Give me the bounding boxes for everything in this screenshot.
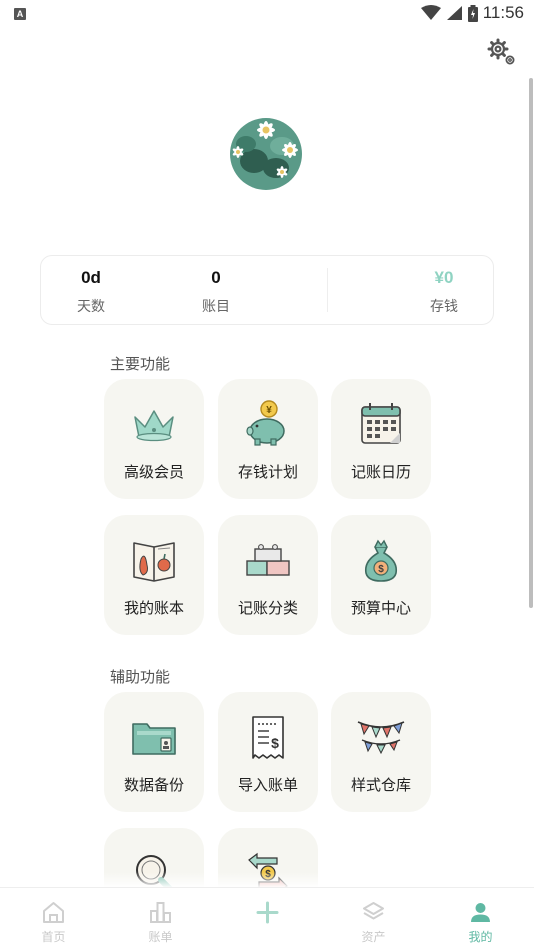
calendar-icon	[361, 403, 401, 444]
home-icon	[43, 902, 64, 923]
section-title-main: 主要功能	[110, 355, 171, 373]
daisy-avatar-icon	[230, 118, 302, 190]
nav-label: 我的	[468, 930, 493, 944]
tile-label: 我的账本	[123, 599, 184, 617]
section-title-aux: 辅助功能	[110, 668, 171, 686]
tile-label: 数据备份	[123, 776, 184, 794]
money-bag-icon: $	[364, 539, 398, 582]
tile-label: 高级会员	[123, 463, 184, 481]
stat-savings[interactable]: ¥0 存钱	[399, 266, 489, 316]
nav-assets[interactable]: 资产	[320, 888, 427, 951]
stat-entries-label: 账目	[202, 299, 230, 315]
crown-icon	[134, 410, 174, 442]
tile-import-bills[interactable]: $ 导入账单	[218, 692, 318, 812]
tile-label: 预算中心	[350, 599, 411, 617]
avatar[interactable]	[224, 106, 314, 196]
tile-calendar[interactable]: 记账日历	[331, 379, 431, 499]
tile-my-ledger[interactable]: 我的账本	[104, 515, 204, 635]
nav-profile[interactable]: 我的	[427, 888, 534, 951]
settings-button[interactable]	[486, 38, 518, 68]
ledger-book-icon	[133, 542, 175, 582]
status-indicators: 11:56	[420, 3, 524, 23]
folder-backup-icon	[132, 723, 176, 755]
tile-premium-member[interactable]: 高级会员	[104, 379, 204, 499]
nav-label: 资产	[361, 930, 386, 944]
tile-label: 样式仓库	[350, 776, 411, 794]
nav-home[interactable]: 首页	[0, 888, 107, 951]
tile-budget[interactable]: $ 预算中心	[331, 515, 431, 635]
gear-icon	[487, 38, 515, 65]
scroll-fade	[0, 872, 534, 888]
stat-days-value: 0d	[81, 268, 101, 287]
battery-icon	[467, 4, 478, 22]
piggy-bank-icon: ¥	[246, 400, 285, 446]
wifi-icon	[420, 5, 441, 20]
stat-days[interactable]: 0d 天数	[46, 266, 136, 316]
cell-signal-icon	[446, 6, 462, 20]
person-icon	[471, 903, 490, 922]
bill-chart-icon	[150, 902, 171, 923]
stat-entries-value: 0	[211, 268, 221, 287]
nav-label: 账单	[148, 930, 173, 944]
stat-savings-label: 存钱	[430, 299, 458, 315]
status-bar: A 11:56	[0, 0, 534, 28]
tile-categories[interactable]: 记账分类	[218, 515, 318, 635]
svg-text:$: $	[271, 735, 279, 751]
tile-style-store[interactable]: 样式仓库	[331, 692, 431, 812]
stat-days-label: 天数	[77, 299, 105, 315]
bottom-nav: 首页 账单 资产 我的	[0, 887, 534, 951]
nav-add[interactable]	[214, 888, 321, 951]
stat-entries[interactable]: 0 账目	[171, 266, 261, 316]
scrollbar[interactable]	[529, 78, 533, 608]
notification-app-icon: A	[14, 8, 26, 20]
receipt-import-icon: $	[252, 716, 284, 759]
add-icon	[256, 901, 279, 924]
svg-text:¥: ¥	[266, 405, 272, 416]
clock: 11:56	[482, 3, 524, 22]
stats-divider	[327, 268, 328, 312]
tile-label: 导入账单	[237, 776, 298, 794]
tile-label: 记账日历	[350, 463, 411, 481]
stats-card: 0d 天数 0 账目 ¥0 存钱	[40, 255, 494, 325]
nav-label: 首页	[41, 930, 66, 944]
tile-label: 存钱计划	[237, 463, 298, 481]
tile-data-backup[interactable]: 数据备份	[104, 692, 204, 812]
svg-text:$: $	[378, 564, 384, 575]
tile-label: 记账分类	[237, 599, 298, 617]
category-blocks-icon	[246, 544, 290, 576]
stat-savings-value: ¥0	[434, 268, 454, 287]
bunting-flags-icon	[357, 721, 405, 755]
nav-bills[interactable]: 账单	[107, 888, 214, 951]
layers-icon	[363, 902, 384, 920]
tile-savings-plan[interactable]: ¥ 存钱计划	[218, 379, 318, 499]
